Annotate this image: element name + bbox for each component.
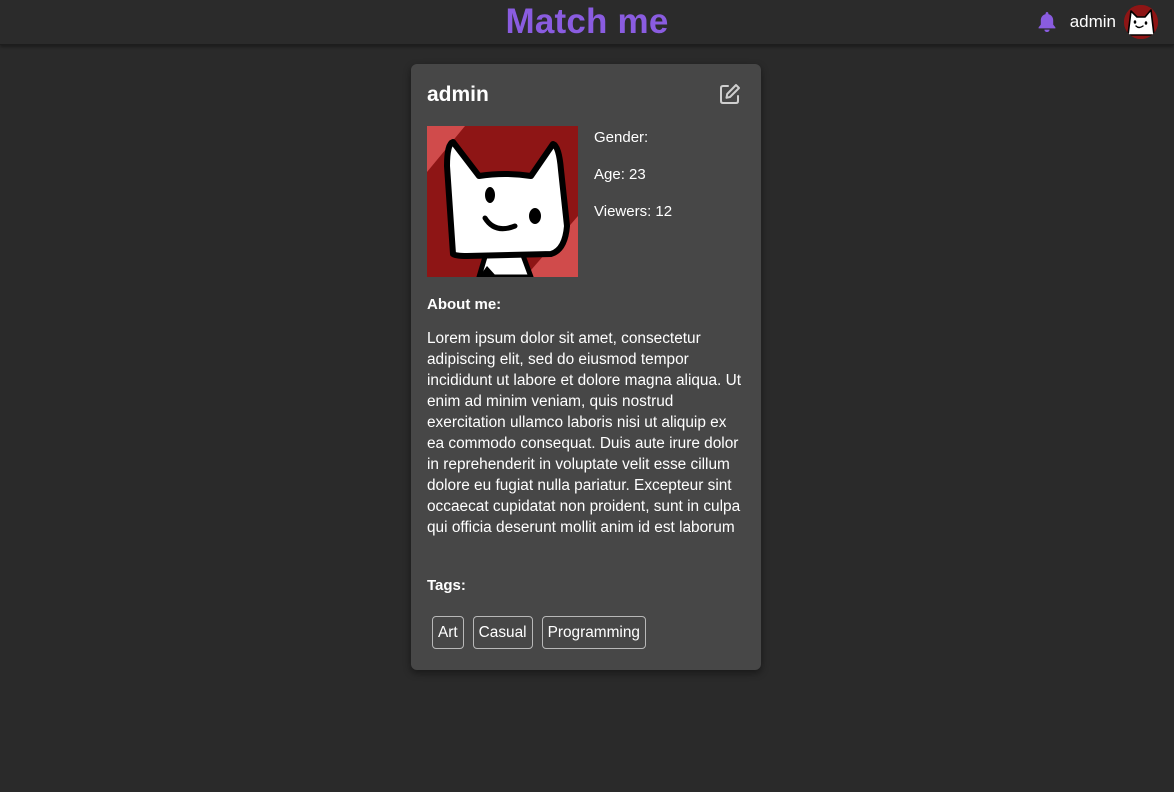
cat-avatar-icon [1124, 5, 1158, 39]
user-menu[interactable]: admin [1036, 3, 1158, 41]
age-text: Age: 23 [594, 166, 646, 183]
top-bar: Match me admin [0, 0, 1174, 45]
tag-list: Art Casual Programming [432, 616, 655, 649]
tags-heading: Tags: [427, 577, 466, 594]
tag-programming[interactable]: Programming [541, 616, 646, 649]
tag-art[interactable]: Art [432, 616, 464, 649]
brand-title[interactable]: Match me [0, 2, 1174, 42]
avatar[interactable] [1124, 5, 1158, 39]
about-text: Lorem ipsum dolor sit amet, consectetur … [427, 330, 741, 536]
profile-info: Gender: Age: 23 Viewers: 12 [594, 128, 672, 239]
edit-icon[interactable] [719, 83, 741, 105]
gender-text: Gender: [594, 129, 649, 146]
about-heading: About me: [427, 296, 502, 313]
bell-icon[interactable] [1036, 11, 1058, 33]
profile-card: admin Gender: Age: 23 Viewers: 12 About … [411, 64, 761, 670]
tag-casual[interactable]: Casual [472, 616, 533, 649]
profile-name: admin [427, 83, 489, 106]
viewers-text: Viewers: 12 [594, 203, 673, 220]
profile-photo [427, 126, 578, 277]
header-username[interactable]: admin [1070, 12, 1116, 32]
